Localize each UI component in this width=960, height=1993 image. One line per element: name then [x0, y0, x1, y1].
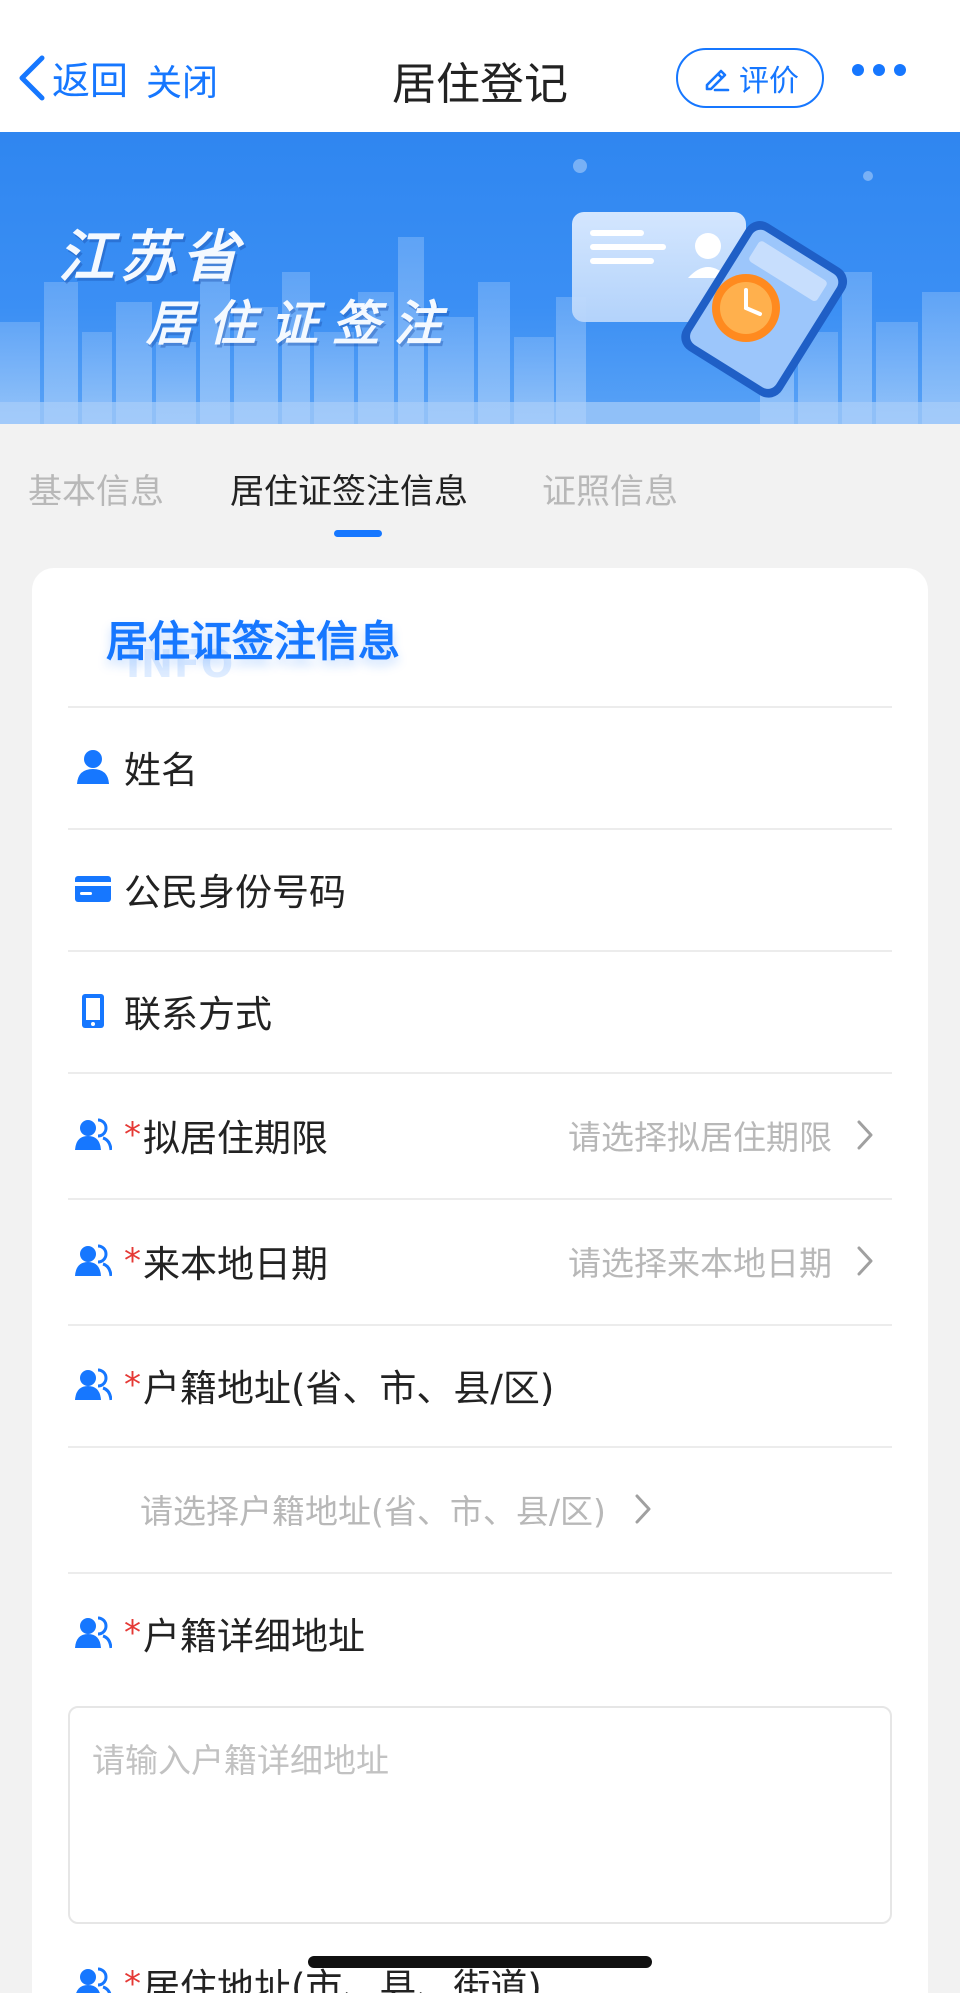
- top-nav-bar: 返回 关闭 居住登记 评价: [0, 0, 960, 132]
- chevron-right-icon: [857, 1246, 873, 1276]
- card-header: INFO 居住证签注信息: [32, 568, 928, 708]
- field-arrival-date-label: 来本地日期: [143, 1243, 328, 1286]
- phone-icon: [74, 992, 112, 1030]
- more-menu-icon[interactable]: [852, 64, 906, 76]
- people-icon: [74, 1366, 112, 1404]
- back-label: 返回: [52, 59, 129, 103]
- field-contact[interactable]: 联系方式: [68, 950, 892, 1072]
- required-mark: *: [124, 1365, 141, 1405]
- people-icon: [74, 1614, 112, 1652]
- required-mark: *: [124, 1613, 141, 1653]
- banner-subtitle: 居住证签注: [146, 296, 457, 352]
- people-icon: [74, 1242, 112, 1280]
- hukou-address-picker-row[interactable]: 请选择户籍地址(省、市、县/区): [68, 1446, 892, 1572]
- field-arrival-date[interactable]: * 来本地日期 请选择来本地日期: [68, 1198, 892, 1324]
- hukou-address-picker[interactable]: 请选择户籍地址(省、市、县/区): [140, 1485, 654, 1533]
- tab-basic-info[interactable]: 基本信息: [28, 464, 164, 513]
- people-icon: [74, 1116, 112, 1154]
- back-button[interactable]: 返回: [16, 50, 128, 105]
- rate-label: 评价: [739, 64, 799, 99]
- banner-province: 江苏省: [58, 225, 244, 290]
- tab-license-info[interactable]: 证照信息: [542, 464, 678, 513]
- chevron-right-icon: [857, 1120, 873, 1150]
- active-tab-indicator: [334, 530, 382, 537]
- tab-residence-permit-info[interactable]: 居住证签注信息: [230, 464, 468, 513]
- chevron-right-icon: [635, 1494, 651, 1524]
- residence-period-picker[interactable]: 请选择拟居住期限: [568, 1111, 876, 1159]
- field-name[interactable]: 姓名: [68, 706, 892, 828]
- tab-bar: 基本信息 居住证签注信息 证照信息: [0, 424, 960, 544]
- field-hukou-address: * 户籍地址(省、市、县/区): [68, 1324, 892, 1446]
- residence-period-placeholder: 请选择拟居住期限: [568, 1118, 832, 1157]
- required-mark: *: [124, 1241, 141, 1281]
- field-residence-period-label: 拟居住期限: [143, 1117, 328, 1160]
- edit-pencil-icon: [705, 69, 730, 92]
- people-icon: [74, 1965, 112, 1993]
- person-icon: [74, 748, 112, 786]
- field-name-label: 姓名: [124, 749, 198, 792]
- close-button[interactable]: 关闭: [146, 54, 218, 106]
- home-indicator: [308, 1956, 652, 1968]
- arrival-date-placeholder: 请选择来本地日期: [568, 1244, 832, 1283]
- chevron-left-icon: [19, 55, 45, 100]
- field-id-number[interactable]: 公民身份号码: [68, 828, 892, 950]
- hukou-address-placeholder: 请选择户籍地址(省、市、县/区): [140, 1492, 606, 1531]
- field-id-number-label: 公民身份号码: [124, 871, 346, 914]
- required-mark: *: [124, 1964, 141, 1993]
- field-hukou-detail-label: 户籍详细地址: [143, 1615, 365, 1658]
- form-card: INFO 居住证签注信息 姓名 公民身份号码 联系方式 * 拟居住期限 请选择拟…: [32, 568, 928, 1993]
- field-contact-label: 联系方式: [124, 993, 272, 1036]
- field-hukou-address-label: 户籍地址(省、市、县/区): [143, 1367, 555, 1410]
- field-residence-address: * 居住地址(市、县、街道): [68, 1944, 892, 1993]
- rate-button[interactable]: 评价: [676, 48, 824, 108]
- field-hukou-detail: * 户籍详细地址: [68, 1572, 892, 1694]
- required-mark: *: [124, 1115, 141, 1155]
- card-title: 居住证签注信息: [106, 617, 401, 666]
- id-card-icon: [74, 870, 112, 908]
- arrival-date-picker[interactable]: 请选择来本地日期: [568, 1237, 876, 1285]
- field-residence-period[interactable]: * 拟居住期限 请选择拟居住期限: [68, 1072, 892, 1198]
- hukou-detail-textarea[interactable]: 请输入户籍详细地址: [68, 1706, 892, 1924]
- service-banner: 江苏省 居住证签注: [0, 132, 960, 424]
